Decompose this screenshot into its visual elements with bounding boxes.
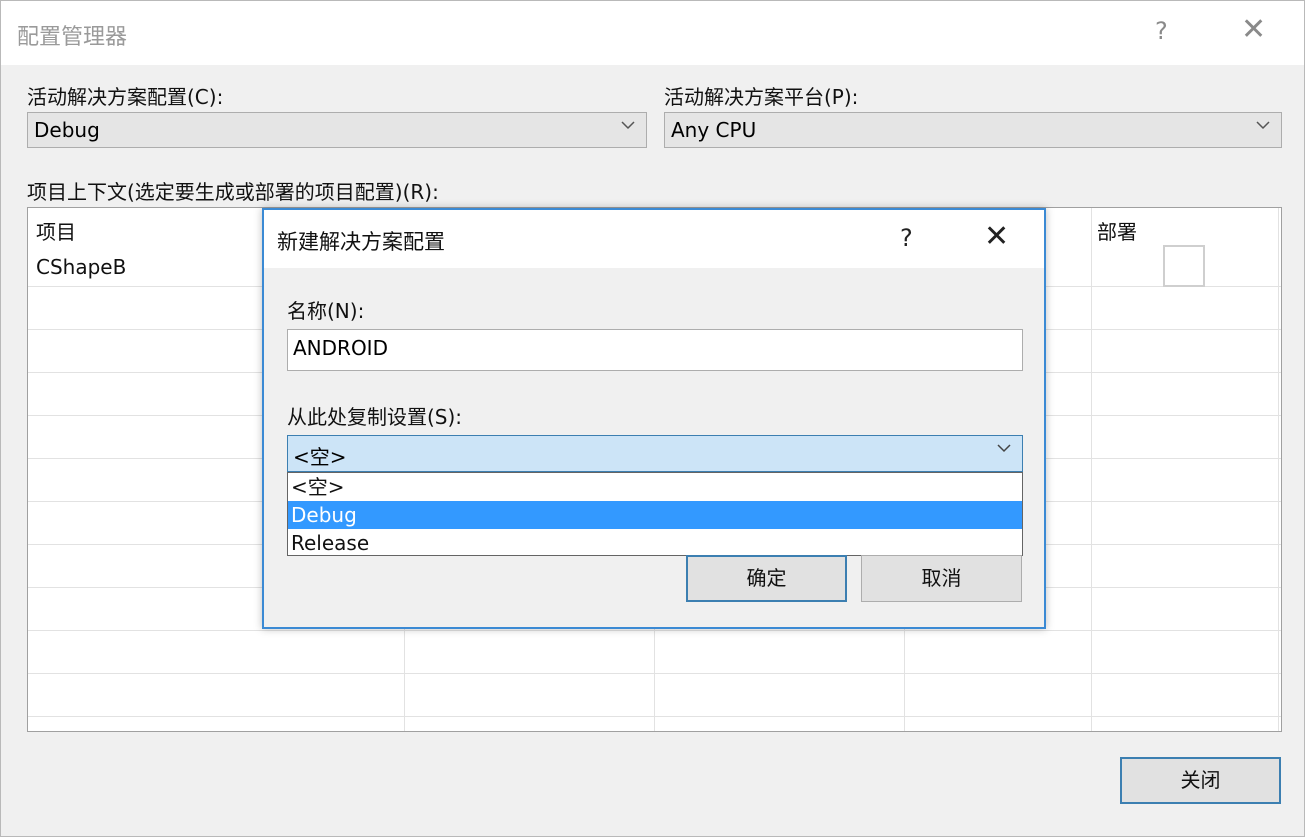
- close-icon[interactable]: ✕: [1241, 15, 1266, 45]
- active-platform-value: Any CPU: [671, 118, 757, 142]
- configuration-manager-window: 配置管理器 ? ✕ 活动解决方案配置(C): Debug 活动解决方案平台(P)…: [0, 0, 1305, 837]
- copy-from-combo[interactable]: <空>: [287, 435, 1023, 472]
- copy-from-value: <空>: [293, 445, 347, 469]
- window-titlebar: 配置管理器 ? ✕: [1, 1, 1304, 65]
- active-config-combo[interactable]: Debug: [27, 112, 647, 148]
- column-header-deploy: 部署: [1097, 220, 1137, 244]
- dialog-titlebar: 新建解决方案配置 ? ✕: [264, 210, 1044, 268]
- cancel-button[interactable]: 取消: [861, 555, 1022, 602]
- copy-from-label: 从此处复制设置(S):: [287, 405, 463, 429]
- close-icon[interactable]: ✕: [984, 222, 1009, 252]
- copy-from-dropdown-list: <空> Debug Release: [287, 472, 1023, 556]
- active-platform-combo[interactable]: Any CPU: [664, 112, 1282, 148]
- help-icon[interactable]: ?: [900, 224, 913, 252]
- active-config-label: 活动解决方案配置(C):: [27, 85, 224, 109]
- new-solution-config-dialog: 新建解决方案配置 ? ✕ 名称(N): ANDROID 从此处复制设置(S): …: [262, 208, 1046, 629]
- deploy-checkbox[interactable]: [1163, 245, 1205, 287]
- dropdown-option-empty[interactable]: <空>: [288, 473, 1022, 501]
- active-platform-label: 活动解决方案平台(P):: [664, 85, 859, 109]
- dialog-title: 新建解决方案配置: [277, 230, 445, 254]
- column-header-project: 项目: [36, 220, 76, 244]
- chevron-down-icon: [1255, 117, 1271, 138]
- ok-button[interactable]: 确定: [686, 555, 847, 602]
- name-input[interactable]: ANDROID: [287, 329, 1023, 371]
- chevron-down-icon: [996, 440, 1012, 461]
- window-title: 配置管理器: [17, 25, 128, 50]
- close-button[interactable]: 关闭: [1120, 757, 1281, 804]
- chevron-down-icon: [620, 117, 636, 138]
- name-label: 名称(N):: [287, 299, 365, 323]
- active-config-value: Debug: [34, 118, 100, 142]
- project-context-label: 项目上下文(选定要生成或部署的项目配置)(R):: [27, 180, 439, 204]
- dropdown-option-debug[interactable]: Debug: [288, 501, 1022, 529]
- help-icon[interactable]: ?: [1155, 17, 1168, 45]
- project-name-cell: CShapeB: [36, 255, 127, 279]
- dropdown-option-release[interactable]: Release: [288, 529, 1022, 557]
